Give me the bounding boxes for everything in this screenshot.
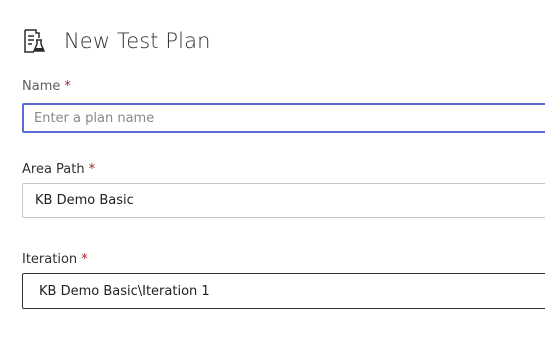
area-path-label: Area Path * — [22, 162, 95, 177]
plan-name-input[interactable] — [22, 103, 545, 133]
test-plan-icon — [22, 28, 46, 54]
iteration-label: Iteration * — [22, 252, 88, 267]
required-marker: * — [81, 252, 88, 267]
area-path-label-text: Area Path — [22, 162, 85, 177]
iteration-field[interactable]: KB Demo Basic\Iteration 1 — [22, 273, 545, 309]
page-header: New Test Plan — [22, 28, 211, 54]
area-path-value: KB Demo Basic — [35, 193, 134, 208]
iteration-value: KB Demo Basic\Iteration 1 — [39, 283, 210, 299]
page-title: New Test Plan — [64, 29, 211, 53]
required-marker: * — [64, 79, 71, 94]
name-label-text: Name — [22, 79, 61, 94]
iteration-label-text: Iteration — [22, 252, 78, 267]
name-label: Name * — [22, 79, 71, 94]
area-path-field[interactable]: KB Demo Basic — [22, 183, 545, 218]
required-marker: * — [88, 162, 96, 177]
